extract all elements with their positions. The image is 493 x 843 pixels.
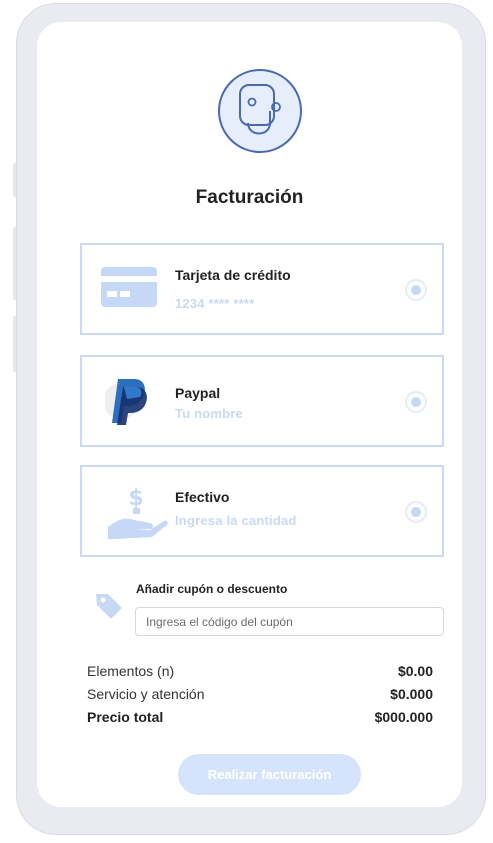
summary-row-items: Elementos (n) $0.00 <box>87 663 433 679</box>
paypal-logo <box>103 373 151 429</box>
service-value: $0.000 <box>390 686 433 702</box>
service-label: Servicio y atención <box>87 686 205 702</box>
submit-billing-button[interactable]: Realizar facturación <box>178 754 361 795</box>
payment-option-label: Efectivo <box>175 489 230 505</box>
radio-cash[interactable] <box>405 501 427 523</box>
coupon-label: Añadir cupón o descuento <box>136 582 288 596</box>
payment-option-paypal[interactable]: Paypal Tu nombre <box>80 355 444 447</box>
total-label: Precio total <box>87 709 164 725</box>
radio-paypal[interactable] <box>405 391 427 413</box>
payment-option-label: Tarjeta de crédito <box>175 267 291 283</box>
summary-row-service: Servicio y atención $0.000 <box>87 686 433 702</box>
cash-hand-icon: $ <box>106 483 168 545</box>
payment-option-cash[interactable]: $ Efectivo Ingresa la cantidad <box>80 465 444 557</box>
stethoscope-icon <box>218 69 302 153</box>
radio-credit-card[interactable] <box>405 279 427 301</box>
page-title: Facturación <box>195 187 304 208</box>
coupon-input[interactable] <box>135 607 444 636</box>
payment-option-label: Paypal <box>175 385 221 401</box>
items-label: Elementos (n) <box>87 663 175 679</box>
tag-icon <box>94 591 124 621</box>
card-number-masked: 1234 **** **** <box>175 296 255 311</box>
paypal-account-name: Tu nombre <box>175 406 243 421</box>
payment-option-credit-card[interactable]: Tarjeta de crédito 1234 **** **** <box>80 243 444 335</box>
total-value: $000.000 <box>374 709 433 725</box>
cash-amount: Ingresa la cantidad <box>175 513 297 528</box>
items-value: $0.00 <box>397 663 433 679</box>
svg-text:$: $ <box>128 486 143 511</box>
summary-row-total: Precio total $000.000 <box>87 709 433 725</box>
credit-card-icon <box>101 267 157 313</box>
